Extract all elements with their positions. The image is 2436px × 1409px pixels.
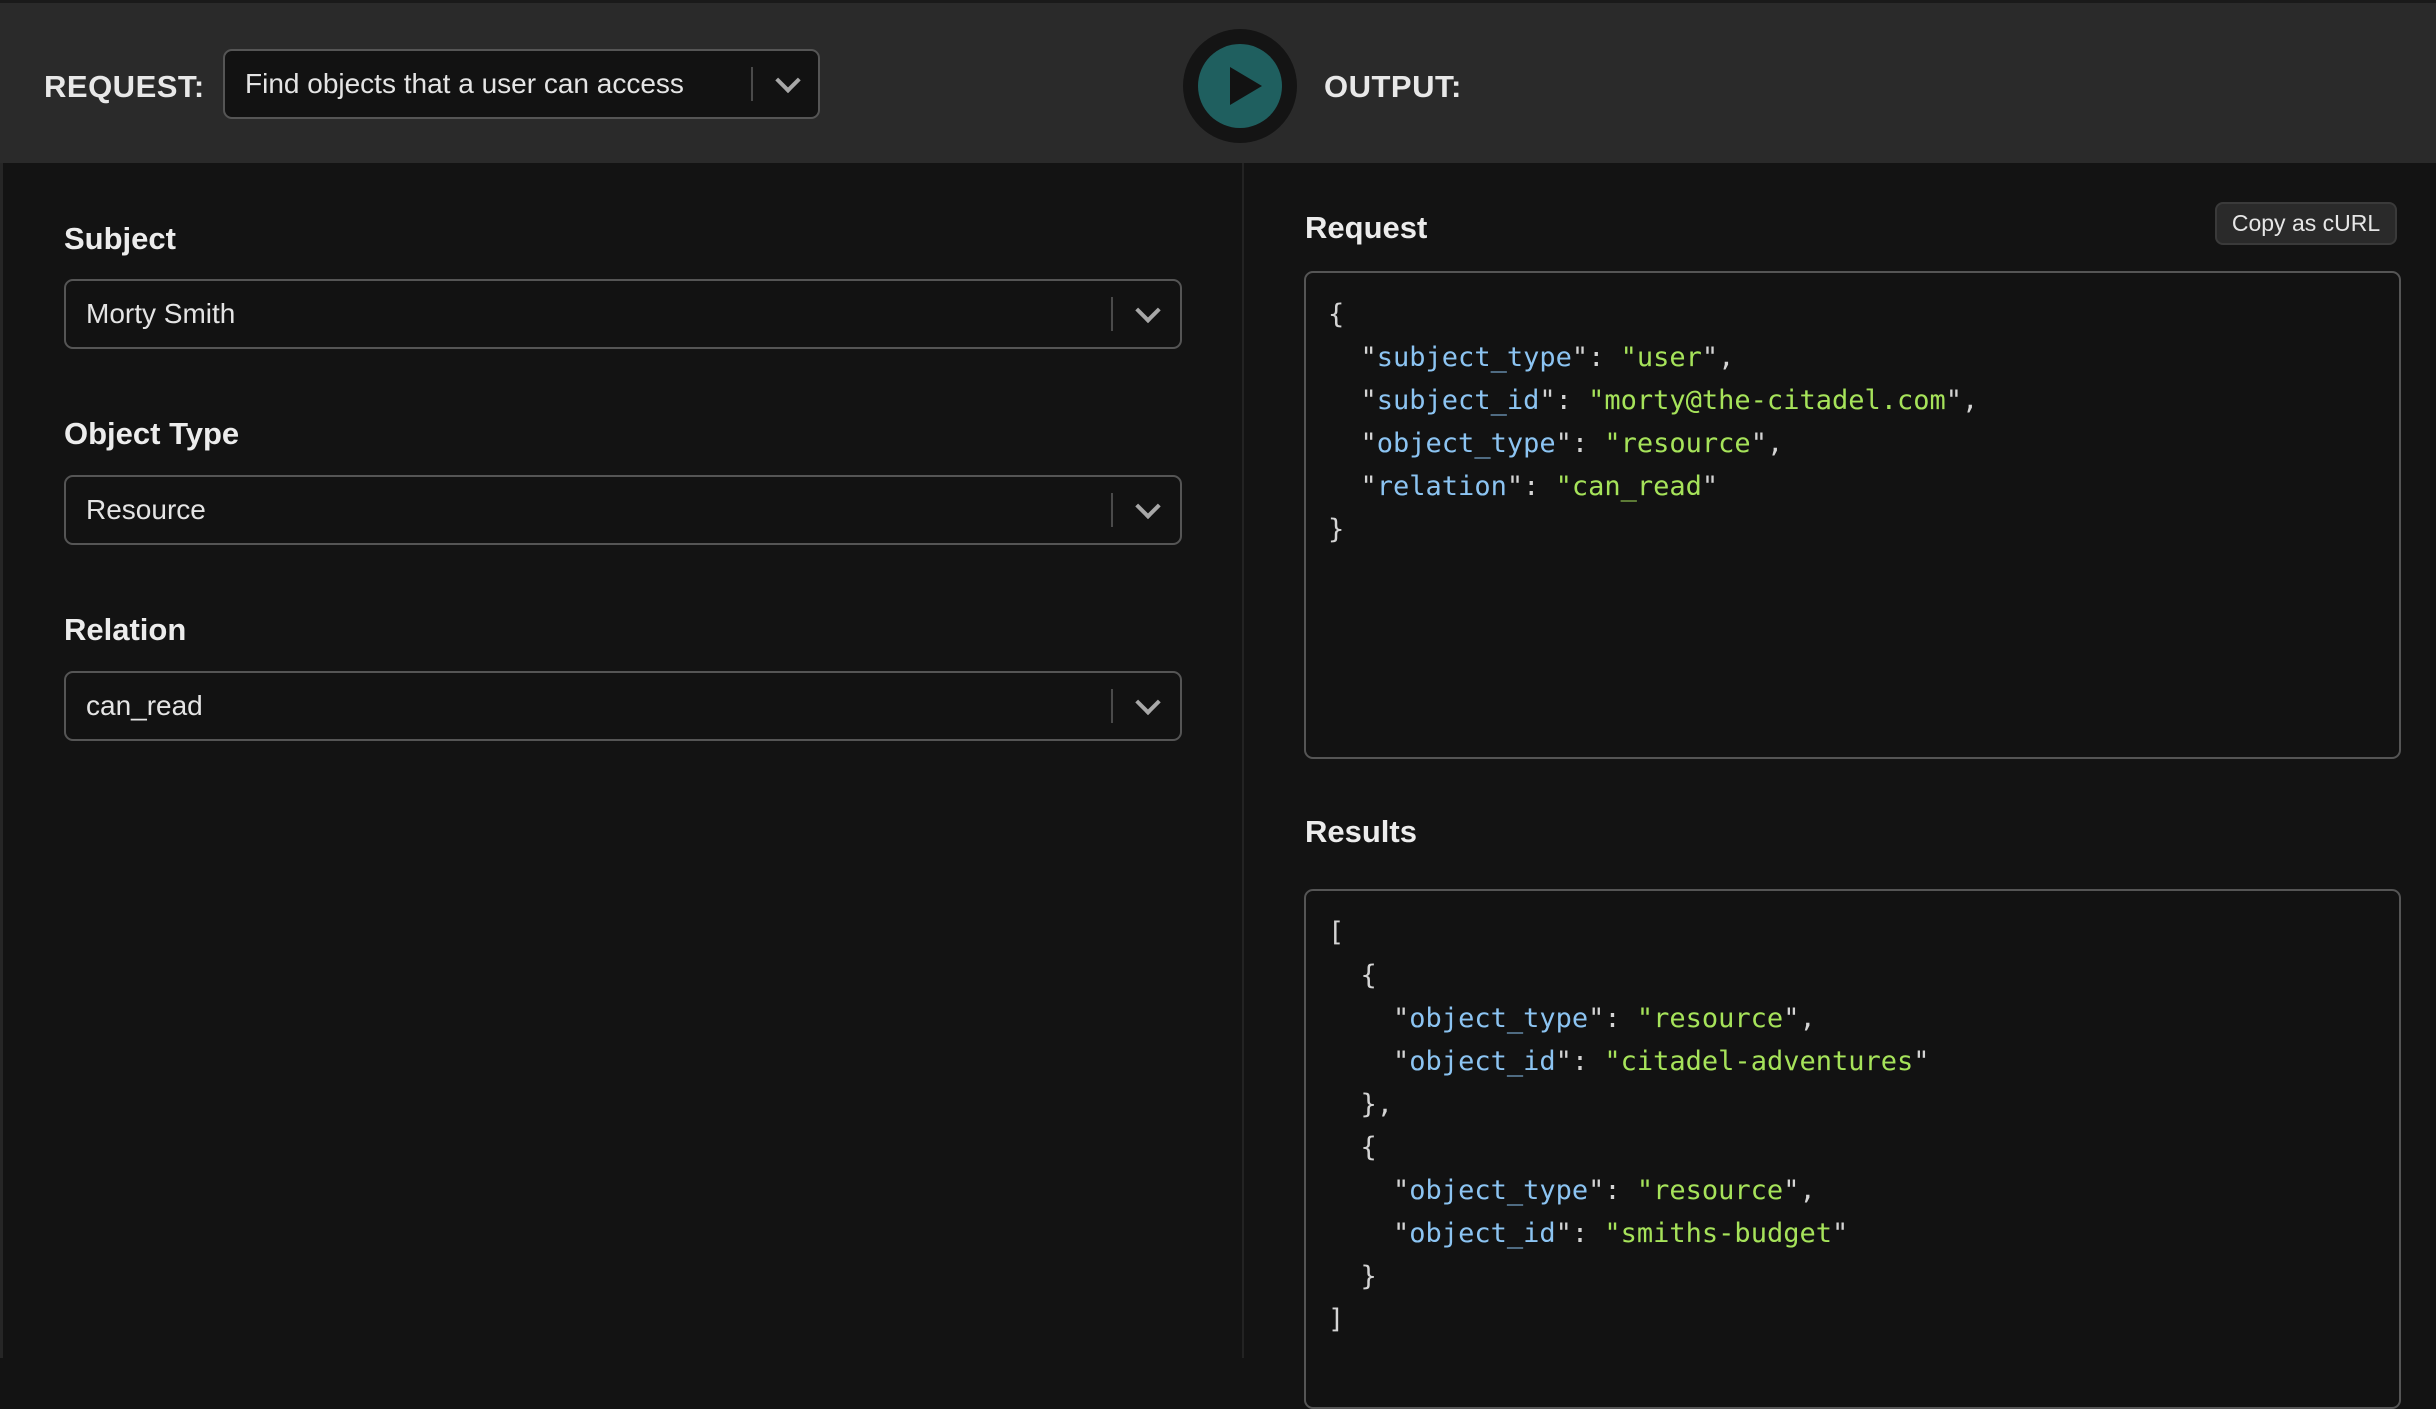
code-line: "object_id": "smiths-budget" xyxy=(1393,1218,1849,1249)
json-value: "citadel-adventures xyxy=(1604,1046,1914,1077)
json-key: object_id xyxy=(1409,1046,1556,1077)
json-key: object_id xyxy=(1409,1218,1556,1249)
code-line: ] xyxy=(1328,1298,1930,1341)
results-section-title: Results xyxy=(1305,814,1417,849)
subject-value: Morty Smith xyxy=(86,298,236,329)
code-line: }, xyxy=(1328,1083,1930,1126)
code-line: { xyxy=(1328,954,1930,997)
object-type-select[interactable]: Resource xyxy=(64,475,1182,545)
json-punctuation: [ xyxy=(1328,917,1345,948)
json-value: "resource xyxy=(1636,1003,1784,1034)
json-key: object_type xyxy=(1376,428,1556,459)
request-type-value: Find objects that a user can access xyxy=(245,68,684,99)
left-edge xyxy=(0,163,3,1358)
chevron-down-icon[interactable] xyxy=(1135,297,1161,324)
json-value: "morty@the-citadel.com xyxy=(1588,385,1946,416)
json-punctuation: } xyxy=(1360,1261,1377,1292)
chevron-down-icon[interactable] xyxy=(775,67,801,94)
select-separator xyxy=(751,66,753,102)
code-line: { xyxy=(1328,293,1978,336)
results-json-code: [ { "object_type": "resource", "object_i… xyxy=(1328,911,1930,1341)
select-separator xyxy=(1111,296,1113,332)
request-section-title: Request xyxy=(1305,210,1428,245)
json-punctuation: { xyxy=(1328,299,1345,330)
json-punctuation: { xyxy=(1360,1132,1377,1163)
request-json-code: { "subject_type": "user", "subject_id": … xyxy=(1328,293,1978,551)
json-punctuation: } xyxy=(1328,514,1345,545)
code-line: "relation": "can_read" xyxy=(1360,471,1719,502)
run-button[interactable] xyxy=(1183,29,1297,143)
json-value: "can_read xyxy=(1555,471,1702,502)
code-line: "object_type": "resource", xyxy=(1393,1003,1816,1034)
code-line: "subject_id": "morty@the-citadel.com", xyxy=(1360,385,1979,416)
request-json-box[interactable]: { "subject_type": "user", "subject_id": … xyxy=(1304,271,2401,759)
object-type-label: Object Type xyxy=(64,416,240,451)
panel-divider xyxy=(1242,163,1244,1358)
json-punctuation: { xyxy=(1360,960,1377,991)
select-separator xyxy=(1111,492,1113,528)
code-line: "object_type": "resource", xyxy=(1360,428,1784,459)
request-label: REQUEST: xyxy=(44,69,205,104)
json-value: "resource xyxy=(1636,1175,1784,1206)
code-line: "object_id": "citadel-adventures" xyxy=(1393,1046,1930,1077)
code-line: "object_type": "resource", xyxy=(1393,1175,1816,1206)
json-value: "user xyxy=(1620,342,1702,373)
object-type-value: Resource xyxy=(86,494,206,525)
subject-label: Subject xyxy=(64,221,176,256)
relation-value: can_read xyxy=(86,690,203,721)
chevron-down-icon[interactable] xyxy=(1135,493,1161,520)
run-button-circle xyxy=(1198,44,1282,128)
code-line: } xyxy=(1328,508,1978,551)
code-line: } xyxy=(1328,1255,1930,1298)
json-key: object_type xyxy=(1409,1175,1589,1206)
json-punctuation: ] xyxy=(1328,1304,1345,1335)
json-key: relation xyxy=(1376,471,1507,502)
subject-select[interactable]: Morty Smith xyxy=(64,279,1182,349)
json-key: subject_id xyxy=(1376,385,1540,416)
code-line: { xyxy=(1328,1126,1930,1169)
output-label: OUTPUT: xyxy=(1324,69,1462,104)
relation-label: Relation xyxy=(64,612,187,647)
copy-as-curl-button[interactable]: Copy as cURL xyxy=(2215,202,2397,245)
json-value: "resource xyxy=(1604,428,1751,459)
results-json-box[interactable]: [ { "object_type": "resource", "object_i… xyxy=(1304,889,2401,1409)
json-key: subject_type xyxy=(1376,342,1572,373)
select-separator xyxy=(1111,688,1113,724)
json-value: "smiths-budget xyxy=(1604,1218,1832,1249)
request-type-select[interactable]: Find objects that a user can access xyxy=(223,49,820,119)
play-icon xyxy=(1230,67,1262,105)
header-bar: REQUEST: Find objects that a user can ac… xyxy=(0,3,2436,163)
code-line: "subject_type": "user", xyxy=(1360,342,1735,373)
code-line: [ xyxy=(1328,911,1930,954)
json-key: object_type xyxy=(1409,1003,1589,1034)
chevron-down-icon[interactable] xyxy=(1135,689,1161,716)
relation-select[interactable]: can_read xyxy=(64,671,1182,741)
json-punctuation: }, xyxy=(1360,1089,1394,1120)
